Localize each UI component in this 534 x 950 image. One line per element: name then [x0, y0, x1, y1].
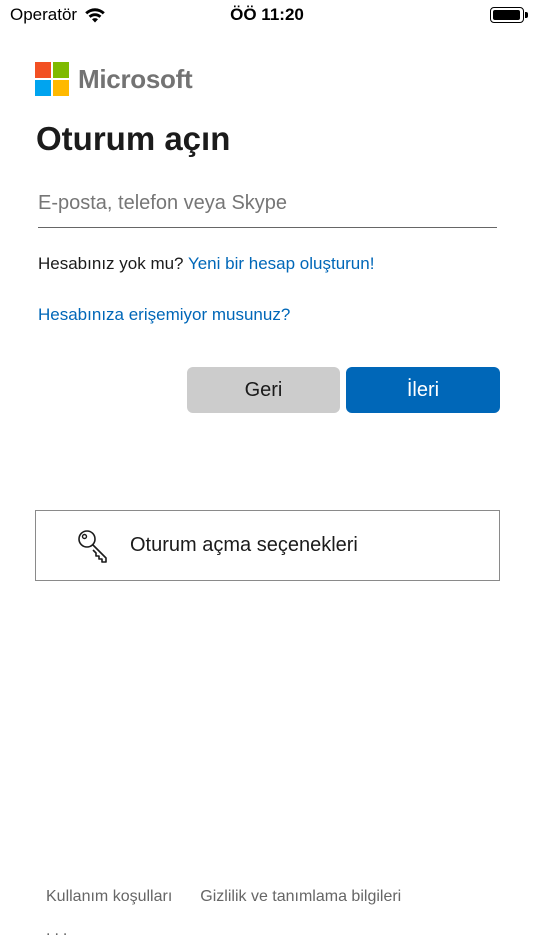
- more-options-button[interactable]: ...: [46, 922, 71, 940]
- microsoft-logo: Microsoft: [35, 62, 193, 96]
- sign-in-page: Operatör ÖÖ 11:20 Microsoft Oturum açın …: [0, 0, 534, 950]
- battery-level: [493, 10, 520, 20]
- status-bar: Operatör ÖÖ 11:20: [0, 0, 534, 32]
- battery-icon: [490, 7, 528, 23]
- microsoft-logo-icon: [35, 62, 69, 96]
- signin-options-button[interactable]: Oturum açma seçenekleri: [35, 510, 500, 581]
- back-button[interactable]: Geri: [187, 367, 340, 413]
- next-button[interactable]: İleri: [346, 367, 500, 413]
- email-input[interactable]: [38, 180, 497, 228]
- page-title: Oturum açın: [36, 120, 231, 157]
- cant-access-account-link[interactable]: Hesabınıza erişemiyor musunuz?: [38, 305, 290, 325]
- terms-link[interactable]: Kullanım koşulları: [46, 888, 172, 906]
- signin-options-label: Oturum açma seçenekleri: [130, 534, 358, 556]
- no-account-row: Hesabınız yok mu? Yeni bir hesap oluştur…: [38, 254, 374, 274]
- status-time: ÖÖ 11:20: [230, 5, 304, 24]
- key-icon: [78, 529, 107, 563]
- create-account-link[interactable]: Yeni bir hesap oluşturun!: [188, 254, 375, 273]
- no-account-text: Hesabınız yok mu?: [38, 254, 184, 273]
- privacy-link[interactable]: Gizlilik ve tanımlama bilgileri: [200, 888, 401, 906]
- logo-text: Microsoft: [78, 63, 193, 94]
- footer: Kullanım koşulları Gizlilik ve tanımlama…: [46, 888, 401, 906]
